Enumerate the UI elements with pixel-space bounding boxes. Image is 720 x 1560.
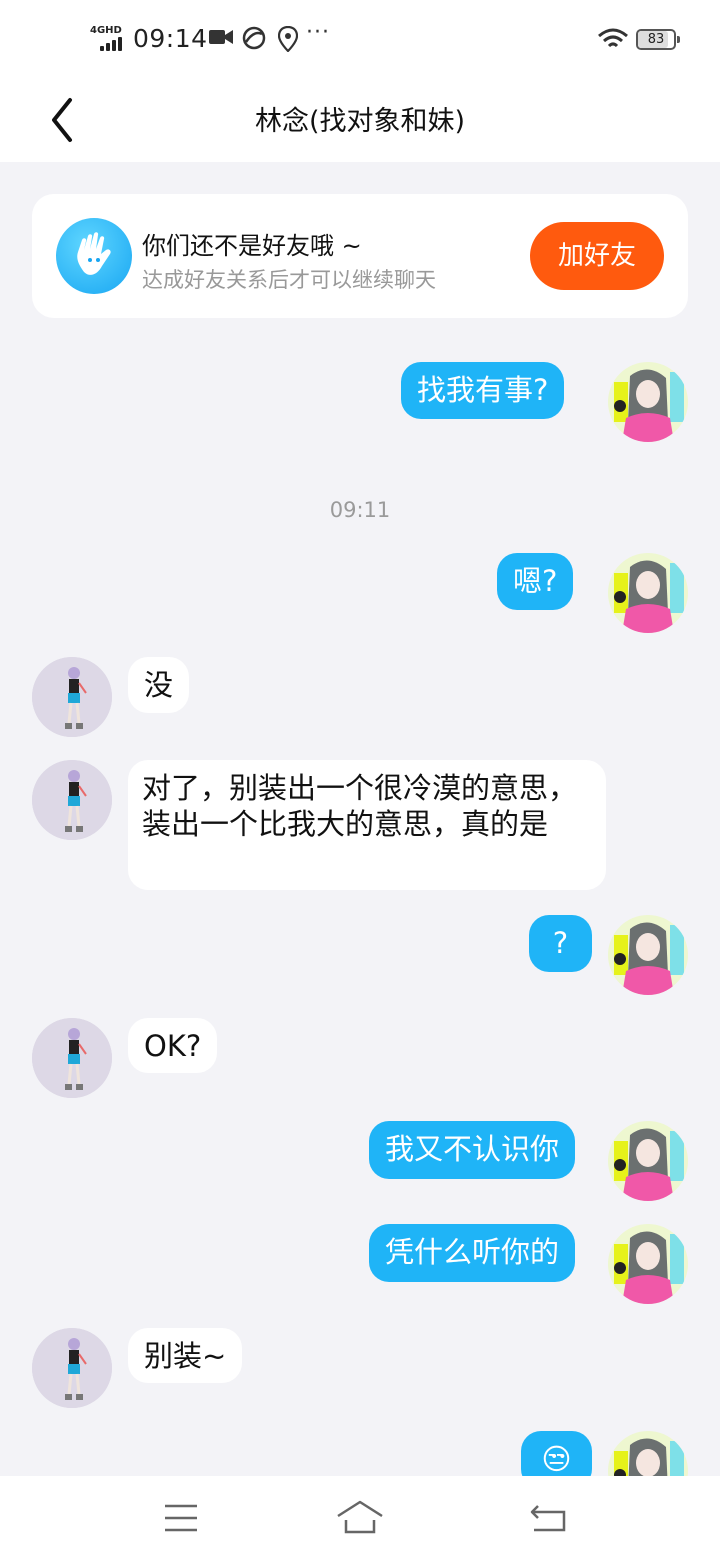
not-friends-subtitle: 达成好友关系后才可以继续聊天 bbox=[142, 268, 436, 292]
contact-avatar[interactable] bbox=[32, 760, 112, 840]
message-bubble[interactable]: 我又不认识你 bbox=[369, 1121, 576, 1179]
system-nav-bar bbox=[0, 1476, 720, 1560]
add-friend-button[interactable]: 加好友 bbox=[530, 222, 664, 290]
wifi-icon bbox=[598, 28, 628, 48]
back-arrow-icon[interactable] bbox=[524, 1498, 572, 1538]
location-icon bbox=[278, 26, 298, 52]
contact-avatar[interactable] bbox=[32, 657, 112, 737]
friend-request-card: 你们还不是好友哦 ~ 达成好友关系后才可以继续聊天 加好友 bbox=[32, 194, 688, 318]
chat-header: 林念(找对象和妹) bbox=[0, 78, 720, 162]
clock: 09:14 bbox=[133, 24, 208, 53]
my-avatar[interactable] bbox=[608, 1121, 688, 1201]
wave-hand-icon bbox=[56, 218, 132, 294]
message-bubble[interactable]: ? bbox=[529, 915, 592, 972]
more-notifications: ··· bbox=[306, 20, 330, 45]
my-avatar[interactable] bbox=[608, 362, 688, 442]
battery-percent: 83 bbox=[647, 32, 665, 47]
home-icon[interactable] bbox=[336, 1498, 384, 1538]
my-avatar[interactable] bbox=[608, 1224, 688, 1304]
message-timestamp: 09:11 bbox=[329, 498, 391, 522]
my-avatar[interactable] bbox=[608, 553, 688, 633]
chat-title: 林念(找对象和妹) bbox=[254, 106, 466, 137]
battery-icon: 83 bbox=[636, 29, 680, 50]
network-type: 4GHD bbox=[90, 25, 122, 36]
message-bubble[interactable]: 嗯? bbox=[497, 553, 574, 610]
contact-avatar[interactable] bbox=[32, 1328, 112, 1408]
message-bubble[interactable]: 凭什么听你的 bbox=[369, 1224, 576, 1282]
contact-avatar[interactable] bbox=[32, 1018, 112, 1098]
not-friends-title: 你们还不是好友哦 ~ bbox=[142, 232, 362, 260]
message-bubble[interactable]: OK? bbox=[128, 1018, 218, 1073]
menu-icon[interactable] bbox=[157, 1498, 205, 1538]
message-bubble[interactable]: 对了，别装出一个很冷漠的意思，装出一个比我大的意思，真的是 bbox=[128, 760, 606, 890]
app-notification-icon bbox=[242, 26, 266, 50]
message-bubble[interactable]: 找我有事? bbox=[401, 362, 565, 419]
message-bubble[interactable]: 没 bbox=[128, 657, 190, 713]
status-bar: 4GHD 09:14 ··· 83 bbox=[0, 0, 720, 78]
my-avatar[interactable] bbox=[608, 915, 688, 995]
signal-icon: 4GHD bbox=[90, 25, 126, 51]
video-camera-icon bbox=[209, 30, 233, 44]
message-bubble[interactable]: 别装~ bbox=[128, 1328, 243, 1383]
